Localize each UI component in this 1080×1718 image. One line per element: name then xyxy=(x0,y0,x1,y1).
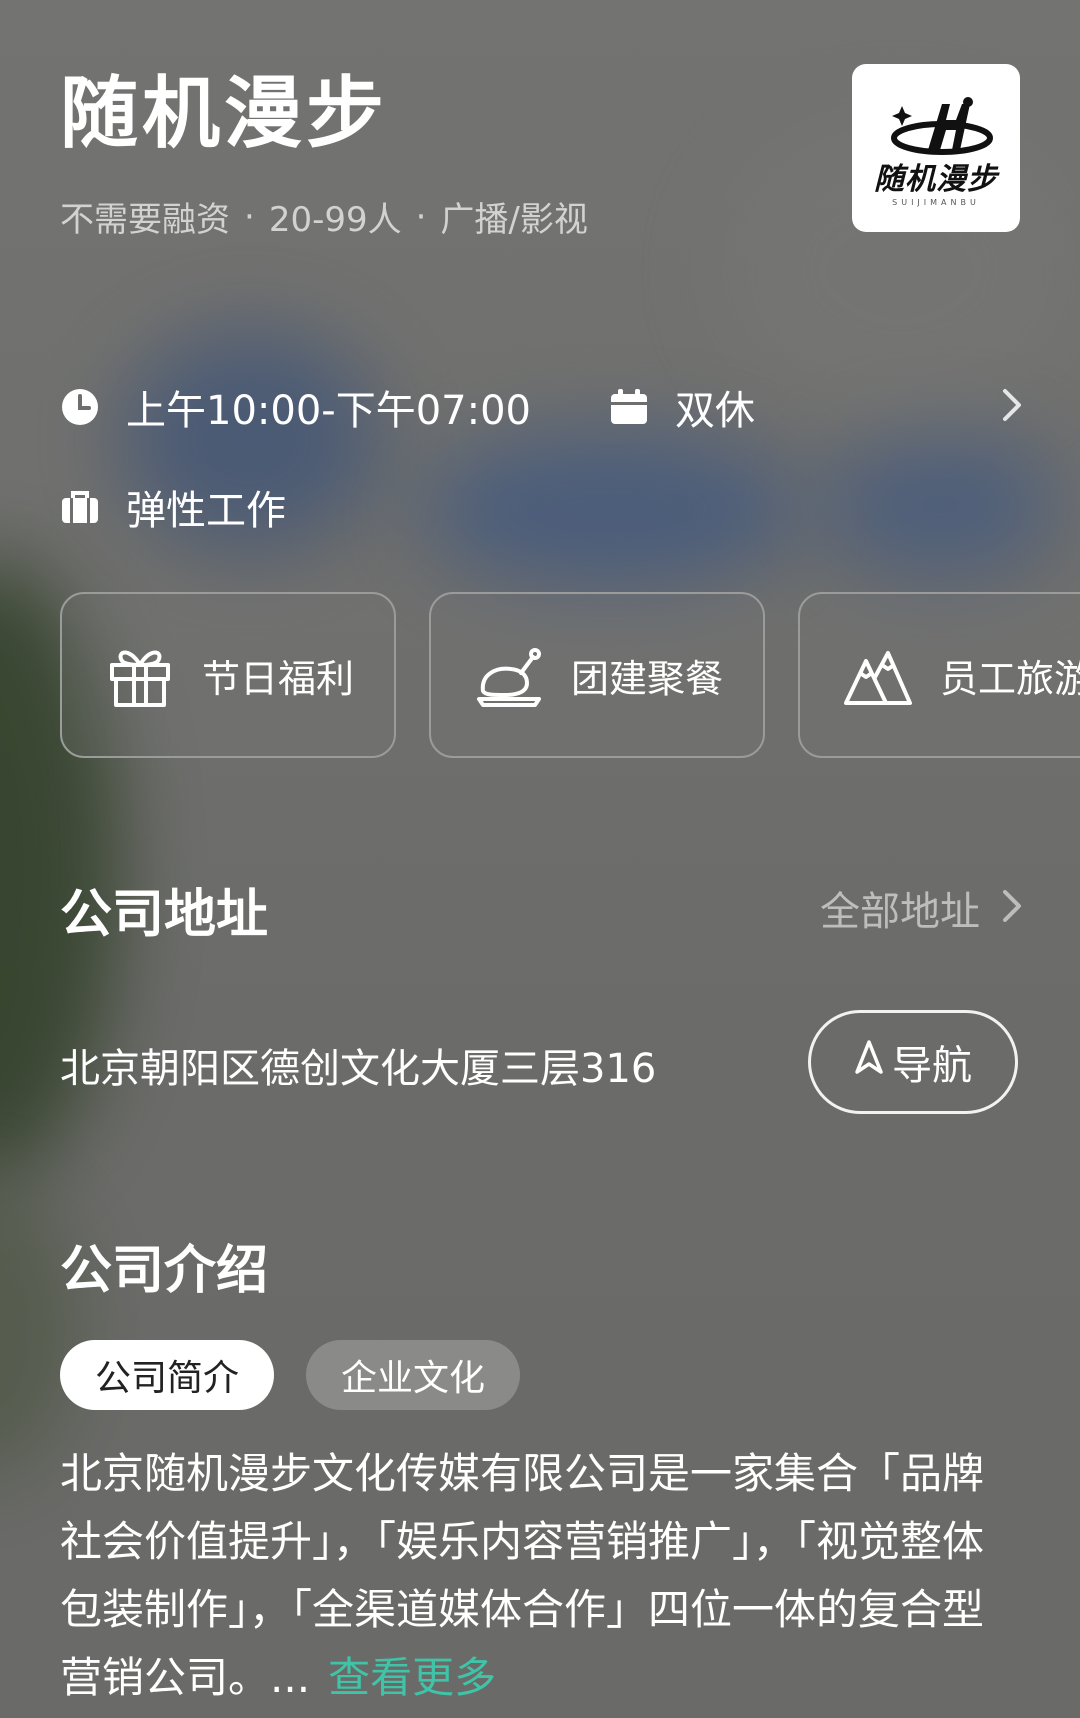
calendar-icon xyxy=(609,387,649,427)
tab-company-culture[interactable]: 企业文化 xyxy=(306,1340,520,1410)
navigate-label: 导航 xyxy=(892,1043,972,1089)
industry-tag: 广播/影视 xyxy=(440,200,588,240)
logo-text: 随机漫步 xyxy=(874,161,998,197)
work-mode: 弹性工作 xyxy=(126,488,286,534)
briefcase-icon xyxy=(60,487,100,527)
work-mode-row: 弹性工作 xyxy=(60,480,286,534)
work-info-row[interactable]: 上午10:00-下午07:00 双休 xyxy=(60,380,1024,434)
navigation-arrow-icon xyxy=(854,1039,884,1085)
benefit-label: 团建聚餐 xyxy=(571,656,724,701)
rest-days: 双休 xyxy=(674,388,755,434)
chevron-right-icon xyxy=(1000,385,1024,429)
description-text: 北京随机漫步文化传媒有限公司是一家集合「品牌社会价值提升」，「娱乐内容营销推广」… xyxy=(60,1449,985,1702)
company-tags: 不需要融资 · 20-99人 · 广播/影视 xyxy=(60,192,588,241)
all-addresses-link[interactable]: 全部地址 xyxy=(820,880,1024,936)
all-addresses-label: 全部地址 xyxy=(820,889,980,935)
benefit-card-holiday[interactable]: 节日福利 xyxy=(60,592,396,758)
funding-tag: 不需要融资 xyxy=(60,200,230,240)
work-hours: 上午10:00-下午07:00 xyxy=(126,388,531,434)
company-name: 随机漫步 xyxy=(60,69,389,159)
separator-dot: · xyxy=(244,196,255,237)
benefit-card-team-dinner[interactable]: 团建聚餐 xyxy=(429,592,765,758)
benefit-card-travel[interactable]: 员工旅游 xyxy=(798,592,1080,758)
gift-icon xyxy=(106,641,174,709)
roast-chicken-icon xyxy=(475,641,543,709)
logo-subtext: SUIJIMANBU xyxy=(892,197,980,207)
view-more-link[interactable]: 查看更多 xyxy=(328,1653,496,1702)
benefit-label: 员工旅游 xyxy=(940,656,1080,701)
size-tag: 20-99人 xyxy=(268,200,402,240)
intro-section-title: 公司介绍 xyxy=(60,1241,269,1301)
address-text: 北京朝阳区德创文化大厦三层316 xyxy=(60,1046,657,1092)
clock-icon xyxy=(60,387,100,427)
navigate-button[interactable]: 导航 xyxy=(808,1010,1018,1114)
intro-description: 北京随机漫步文化传媒有限公司是一家集合「品牌社会价值提升」，「娱乐内容营销推广」… xyxy=(60,1440,1020,1712)
chevron-right-icon xyxy=(1000,886,1024,930)
separator-dot: · xyxy=(415,196,427,237)
benefit-label: 节日福利 xyxy=(202,656,355,701)
company-logo: 随机漫步 SUIJIMANBU xyxy=(852,64,1020,232)
mountain-icon xyxy=(844,641,912,709)
tab-company-profile[interactable]: 公司简介 xyxy=(60,1340,274,1410)
logo-mark-icon xyxy=(891,96,993,155)
address-section-title: 公司地址 xyxy=(60,885,269,945)
